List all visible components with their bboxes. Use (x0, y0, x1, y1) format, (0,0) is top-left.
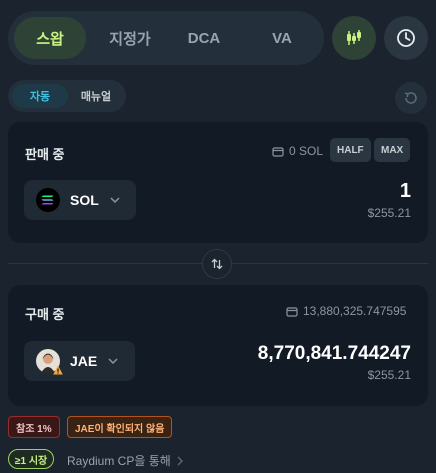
sell-label: 판매 중 (25, 147, 65, 162)
solana-logo-icon (36, 188, 60, 212)
buy-panel: 구매 중 13,880,325.747595 JAE 8,770,841.744… (8, 285, 428, 406)
swap-direction-button[interactable] (202, 249, 232, 279)
warning-icon (53, 365, 63, 375)
sell-panel: 판매 중 0 SOL HALF MAX SOL 1 $255.21 (8, 122, 428, 243)
wallet-icon (286, 306, 298, 317)
refresh-icon (404, 92, 417, 104)
buy-amount: 8,770,841.744247 (257, 343, 411, 364)
chevron-right-icon (177, 456, 183, 465)
swap-arrows-icon (211, 258, 223, 270)
order-type-tabs: 스왑 지정가 DCA VA (8, 11, 324, 65)
sell-balance-text: 0 SOL (289, 144, 324, 158)
buy-label: 구매 중 (25, 307, 65, 322)
chevron-down-icon (110, 197, 120, 204)
reference-fee-badge: 참조 1% (8, 416, 60, 438)
sell-token-select[interactable]: SOL (24, 180, 136, 220)
mode-manual[interactable]: 매뉴얼 (70, 84, 122, 108)
chevron-down-icon (108, 358, 118, 365)
sell-usd-value: $255.21 (367, 206, 411, 220)
wallet-icon (272, 146, 284, 157)
buy-balance-text: 13,880,325.747595 (303, 304, 407, 318)
sell-token-name: SOL (70, 192, 99, 208)
buy-token-name: JAE (70, 353, 98, 369)
tab-limit[interactable]: 지정가 (92, 17, 168, 59)
jae-token-avatar (36, 349, 63, 375)
sell-amount[interactable]: 1 (400, 180, 411, 203)
max-button[interactable]: MAX (374, 138, 411, 162)
buy-balance: 13,880,325.747595 (286, 304, 406, 318)
unverified-token-badge[interactable]: JAE이 확인되지 않음 (67, 416, 173, 438)
mode-auto[interactable]: 자동 (12, 84, 68, 108)
route-via-text: Raydium CP을 통해 (67, 454, 171, 468)
tab-va[interactable]: VA (246, 17, 318, 59)
market-count-badge[interactable]: ≥1 시장 (8, 449, 55, 469)
tab-dca[interactable]: DCA (168, 17, 240, 59)
history-button[interactable] (384, 16, 428, 60)
route-info[interactable]: Raydium CP을 통해 (67, 452, 184, 469)
buy-usd-value: $255.21 (367, 368, 411, 382)
refresh-button[interactable] (395, 82, 427, 114)
candlestick-chart-icon (347, 30, 361, 45)
tab-swap[interactable]: 스왑 (14, 17, 86, 59)
half-button[interactable]: HALF (330, 138, 371, 162)
clock-icon (397, 29, 415, 47)
chart-toggle-button[interactable] (332, 16, 376, 60)
buy-token-select[interactable]: JAE (24, 341, 135, 381)
mode-toggle: 자동 매뉴얼 (8, 80, 126, 112)
sell-balance: 0 SOL (272, 144, 323, 158)
